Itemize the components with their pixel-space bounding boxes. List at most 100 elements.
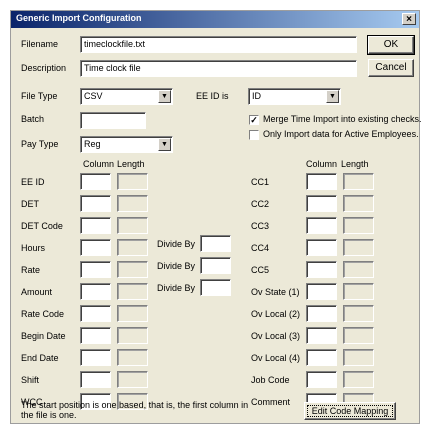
import-config-dialog: Generic Import Configuration × Filename … [10, 10, 422, 424]
right-column-field[interactable] [306, 283, 337, 300]
merge-checkbox[interactable]: ✓ [249, 115, 259, 125]
left-column-field[interactable] [80, 239, 111, 256]
left-length-field[interactable] [117, 217, 148, 234]
file-type-label: File Type [21, 91, 58, 101]
cancel-button[interactable]: Cancel [368, 59, 414, 77]
chevron-down-icon[interactable]: ▼ [158, 138, 171, 151]
ee-id-select[interactable]: ID ▼ [248, 88, 341, 105]
right-row-label: CC1 [251, 177, 270, 187]
left-column-field[interactable] [80, 217, 111, 234]
column-header-right: Column [306, 159, 338, 169]
edit-code-mapping-button[interactable]: Edit Code Mapping [304, 402, 396, 420]
file-type-select[interactable]: CSV ▼ [80, 88, 173, 105]
filename-field[interactable]: timeclockfile.txt [80, 36, 357, 53]
close-icon[interactable]: × [402, 13, 416, 25]
merge-checkbox-label: Merge Time Import into existing checks. [263, 114, 422, 124]
left-row-label: Shift [21, 375, 40, 385]
ee-id-value: ID [252, 91, 261, 101]
left-length-field[interactable] [117, 305, 148, 322]
left-column-field[interactable] [80, 283, 111, 300]
length-header-right: Length [341, 159, 369, 169]
left-row-label: DET Code [21, 221, 63, 231]
left-length-field[interactable] [117, 173, 148, 190]
right-length-field[interactable] [343, 195, 374, 212]
right-row-label: Job Code [251, 375, 290, 385]
left-row-label: End Date [21, 353, 59, 363]
right-row-label: Ov State (1) [251, 287, 300, 297]
right-column-field[interactable] [306, 305, 337, 322]
active-only-checkbox-label: Only Import data for Active Employees. [263, 129, 419, 139]
hours-divide-field[interactable] [200, 235, 231, 252]
right-length-field[interactable] [343, 283, 374, 300]
right-row-label: CC5 [251, 265, 270, 275]
left-column-field[interactable] [80, 305, 111, 322]
description-field[interactable]: Time clock file [80, 60, 357, 77]
column-header-left: Column [83, 159, 115, 169]
right-column-field[interactable] [306, 327, 337, 344]
left-row-label: Rate [21, 265, 41, 275]
left-row-label: Hours [21, 243, 46, 253]
filename-label: Filename [21, 39, 59, 49]
pay-type-label: Pay Type [21, 139, 59, 149]
left-length-field[interactable] [117, 239, 148, 256]
amount-divide-field[interactable] [200, 279, 231, 296]
left-length-field[interactable] [117, 283, 148, 300]
left-row-label: Amount [21, 287, 53, 297]
right-length-field[interactable] [343, 261, 374, 278]
rate-divide-field[interactable] [200, 257, 231, 274]
right-row-label: CC3 [251, 221, 270, 231]
batch-label: Batch [21, 114, 45, 124]
dialog-title: Generic Import Configuration [16, 13, 142, 23]
right-column-field[interactable] [306, 239, 337, 256]
left-length-field[interactable] [117, 371, 148, 388]
right-row-label: CC2 [251, 199, 270, 209]
length-header-left: Length [117, 159, 145, 169]
right-column-field[interactable] [306, 173, 337, 190]
right-column-field[interactable] [306, 371, 337, 388]
right-column-field[interactable] [306, 217, 337, 234]
right-column-field[interactable] [306, 261, 337, 278]
left-column-field[interactable] [80, 261, 111, 278]
left-column-field[interactable] [80, 173, 111, 190]
right-length-field[interactable] [343, 173, 374, 190]
right-length-field[interactable] [343, 217, 374, 234]
chevron-down-icon[interactable]: ▼ [158, 90, 171, 103]
right-column-field[interactable] [306, 349, 337, 366]
right-column-field[interactable] [306, 195, 337, 212]
batch-field[interactable] [80, 112, 146, 129]
amount-divide-label: Divide By [157, 283, 196, 293]
left-length-field[interactable] [117, 261, 148, 278]
rate-divide-label: Divide By [157, 261, 196, 271]
left-length-field[interactable] [117, 195, 148, 212]
left-column-field[interactable] [80, 349, 111, 366]
left-length-field[interactable] [117, 327, 148, 344]
left-row-label: EE ID [21, 177, 45, 187]
right-length-field[interactable] [343, 327, 374, 344]
right-row-label: Ov Local (4) [251, 353, 301, 363]
left-row-label: DET [21, 199, 39, 209]
left-row-label: Rate Code [21, 309, 65, 319]
hours-divide-label: Divide By [157, 239, 196, 249]
right-length-field[interactable] [343, 239, 374, 256]
chevron-down-icon[interactable]: ▼ [326, 90, 339, 103]
left-column-field[interactable] [80, 371, 111, 388]
right-row-label: CC4 [251, 243, 270, 253]
title-bar: Generic Import Configuration × [11, 11, 419, 28]
pay-type-select[interactable]: Reg ▼ [80, 136, 173, 153]
right-length-field[interactable] [343, 371, 374, 388]
ee-id-is-label: EE ID is [196, 91, 229, 101]
right-length-field[interactable] [343, 305, 374, 322]
right-length-field[interactable] [343, 349, 374, 366]
right-row-label: Ov Local (2) [251, 309, 301, 319]
left-column-field[interactable] [80, 195, 111, 212]
left-length-field[interactable] [117, 349, 148, 366]
left-column-field[interactable] [80, 327, 111, 344]
right-row-label: Ov Local (3) [251, 331, 301, 341]
pay-type-value: Reg [84, 139, 101, 149]
start-position-note: The start position is one based, that is… [21, 400, 249, 420]
file-type-value: CSV [84, 91, 103, 101]
left-row-label: Begin Date [21, 331, 66, 341]
ok-button[interactable]: OK [367, 35, 415, 55]
active-only-checkbox[interactable] [249, 130, 259, 140]
description-label: Description [21, 63, 67, 73]
